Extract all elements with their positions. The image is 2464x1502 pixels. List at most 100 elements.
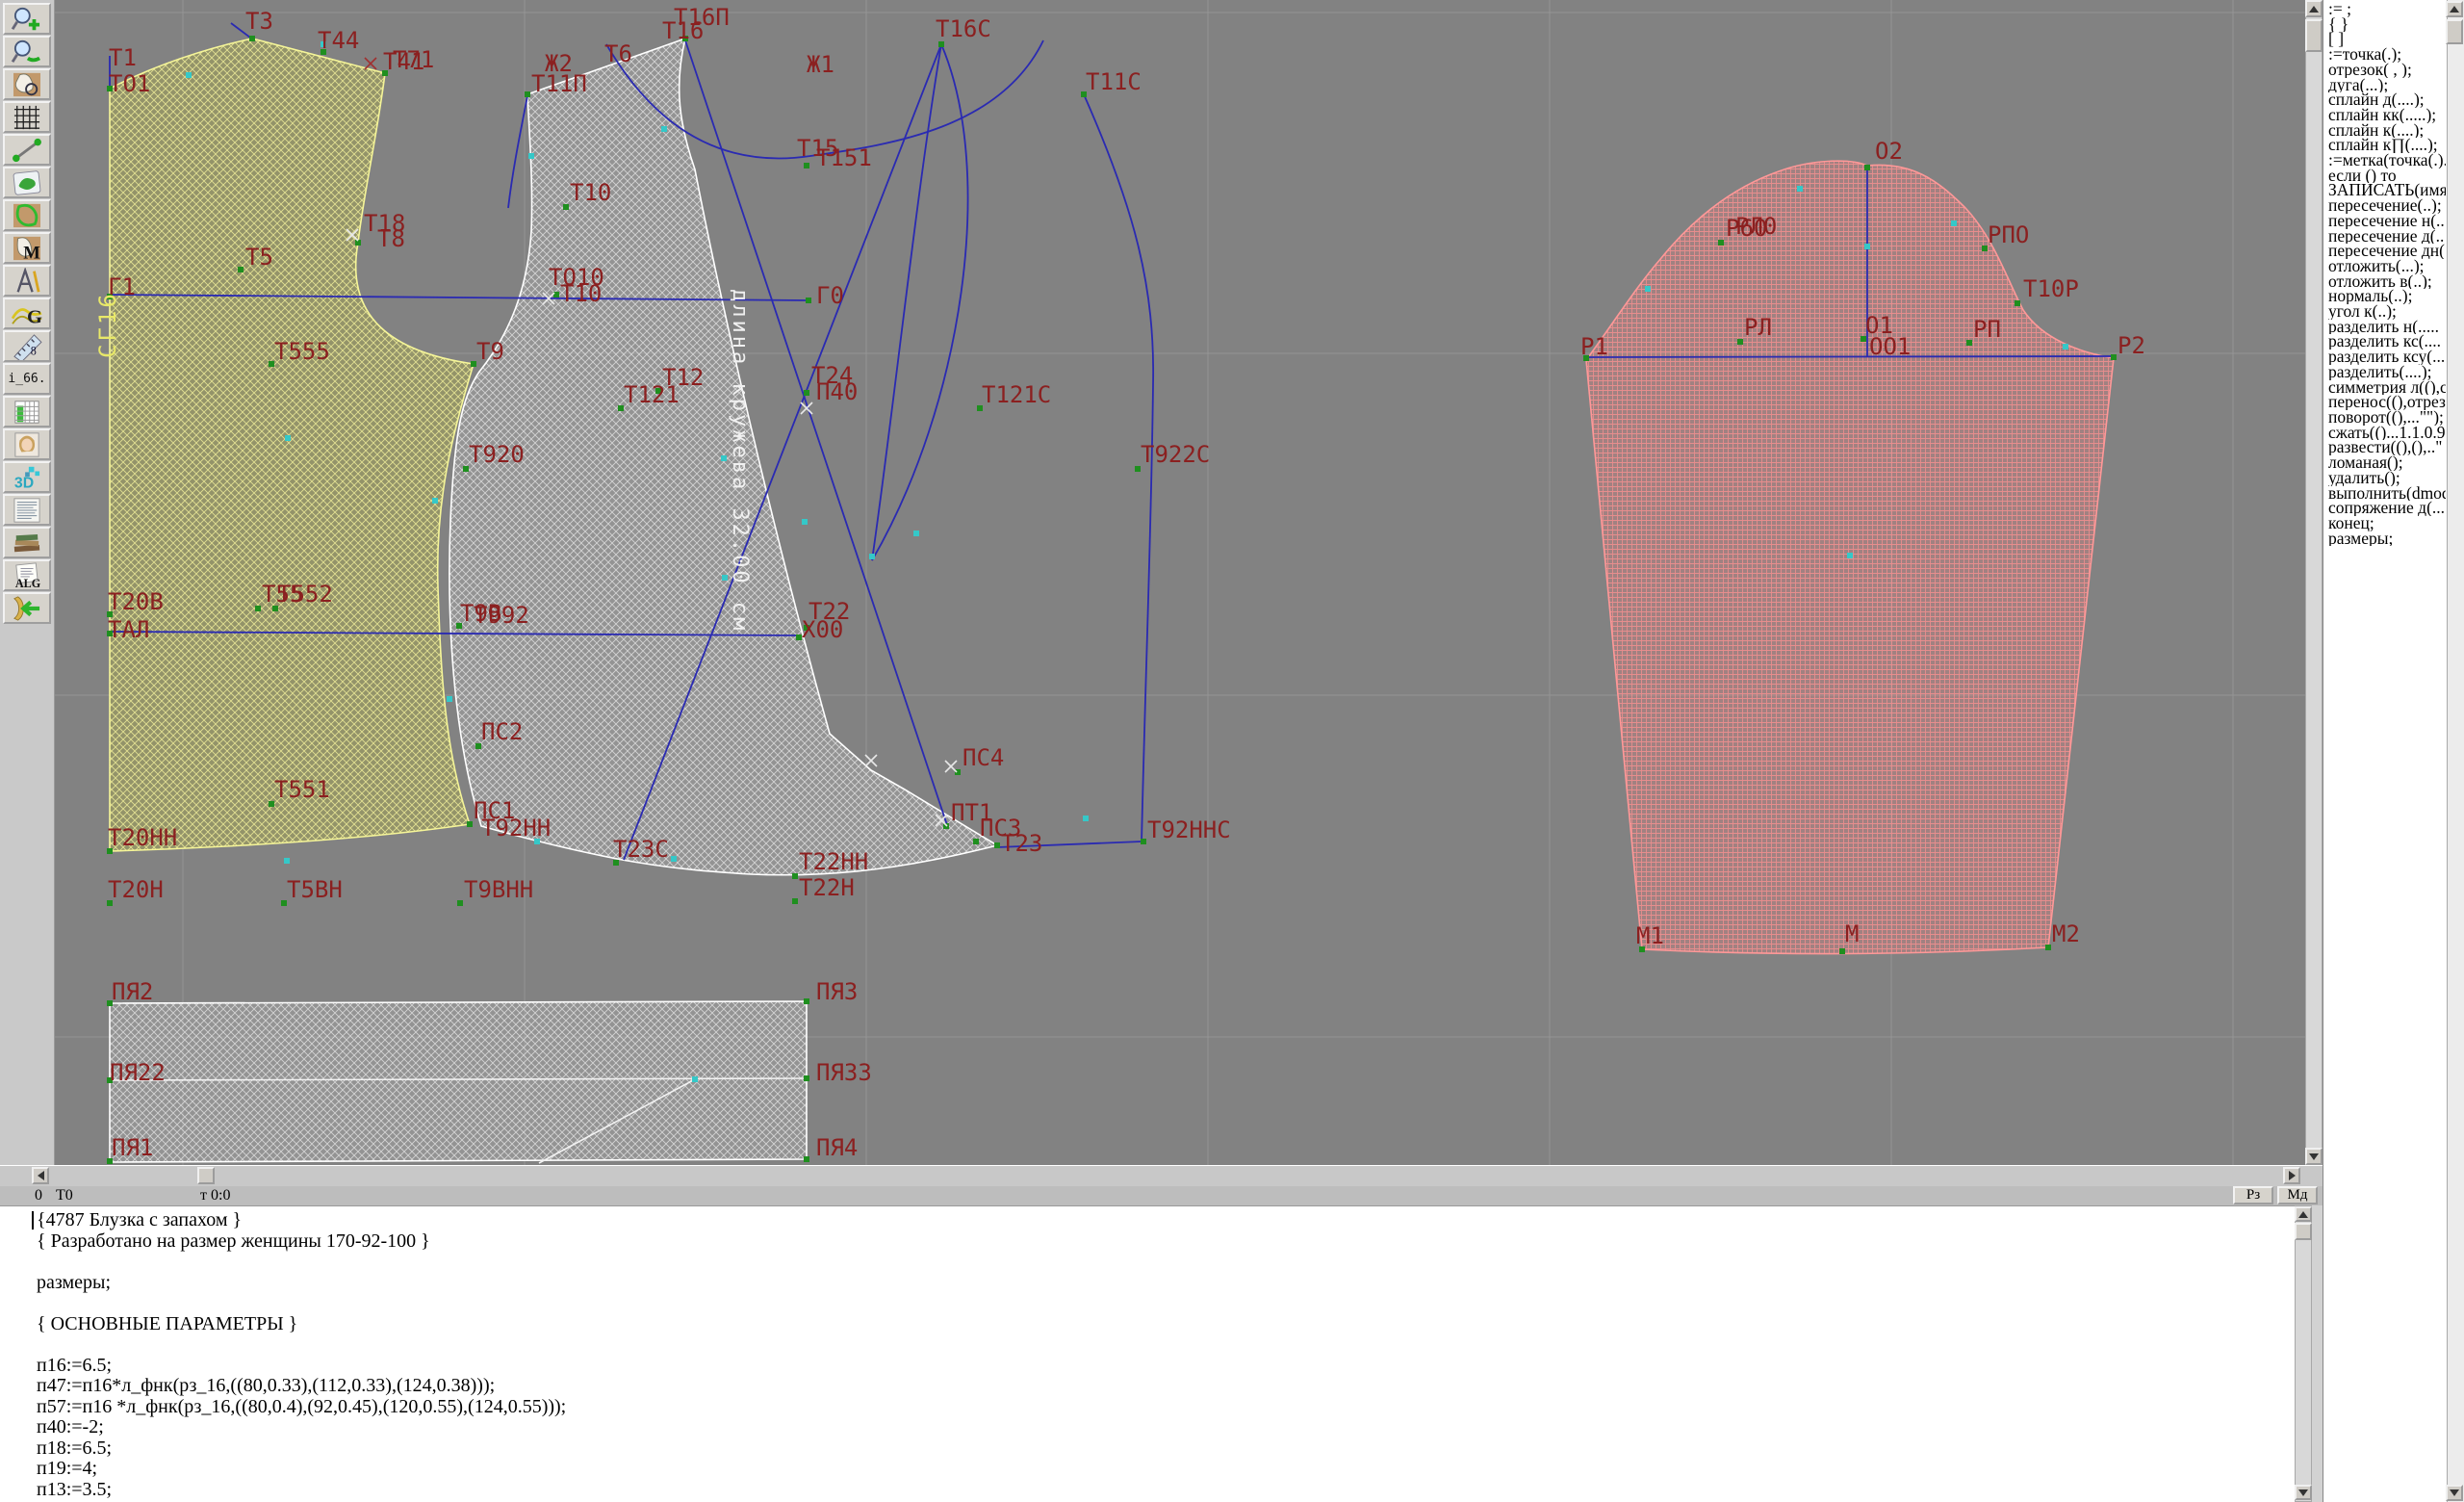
command-item[interactable]: разделить н(..... [2328, 320, 2446, 335]
canvas-vscroll-thumb[interactable] [2305, 19, 2323, 52]
canvas-vscroll-down-button[interactable] [2305, 1148, 2323, 1165]
measure-a-button[interactable] [3, 265, 51, 297]
graphics-g-button[interactable]: G [3, 298, 51, 329]
command-item[interactable]: сплайн к∏(....); [2328, 138, 2446, 153]
zoom-out-button[interactable] [3, 36, 51, 67]
segment-button[interactable] [3, 134, 51, 166]
zoom-in-button[interactable] [3, 3, 51, 35]
command-item[interactable]: сплайн к(....); [2328, 123, 2446, 139]
alg-button[interactable]: ALG [3, 559, 51, 591]
drawing-canvas[interactable]: Т1ТО1Т3Т44Т41Т71Т16ПТ16Ж2Т6Т11ПЖ1Т16СТ11… [0, 0, 2305, 1165]
size-table-button[interactable] [3, 396, 51, 427]
sidebar-vscroll-up-button[interactable] [2446, 1, 2463, 17]
code-line[interactable]: п47:=п16*л_фнк(рз_16,((80,0.33),(112,0.3… [37, 1376, 566, 1397]
code-line[interactable]: { Разработано на размер женщины 170-92-1… [37, 1231, 566, 1253]
point-label: ПЯ3 [816, 978, 858, 1005]
code-line[interactable]: размеры; [37, 1273, 566, 1294]
command-item[interactable]: если () то [2328, 168, 2446, 184]
text-document-button[interactable] [3, 494, 51, 526]
command-item[interactable]: пересечение(..); [2328, 198, 2446, 214]
command-item[interactable]: := ; [2328, 2, 2446, 17]
canvas-hscroll-thumb[interactable] [197, 1167, 215, 1184]
command-item[interactable]: отрезок( , ); [2328, 63, 2446, 78]
command-item[interactable]: дуга(...); [2328, 78, 2446, 93]
command-item[interactable]: выполнить(dmod [2328, 486, 2446, 502]
grid-button[interactable] [3, 101, 51, 133]
pattern-point [553, 292, 559, 298]
portrait-button[interactable] [3, 428, 51, 460]
command-item[interactable]: ломаная(); [2328, 455, 2446, 471]
command-item[interactable]: размеры; [2328, 531, 2446, 547]
command-item[interactable]: сопряжение д(... [2328, 501, 2446, 516]
code-line[interactable]: { ОСНОВНЫЕ ПАРАМЕТРЫ } [37, 1314, 566, 1335]
editor-vscroll-up-button[interactable] [2295, 1206, 2312, 1222]
canvas-hscrollbar[interactable] [0, 1165, 2323, 1186]
point-label: Т16С [936, 15, 991, 42]
code-editor[interactable]: {4787 Блузка с запахом }{ Разработано на… [0, 1205, 2295, 1502]
command-item[interactable]: ЗАПИСАТЬ(имя= [2328, 183, 2446, 198]
command-item[interactable]: конец; [2328, 516, 2446, 531]
curves-map-button[interactable] [3, 167, 51, 198]
sidebar-vscroll-down-button[interactable] [2446, 1485, 2463, 1501]
command-item[interactable]: развести((),(),.." [2328, 440, 2446, 455]
point-label: М2 [2052, 920, 2080, 947]
notch-mark [671, 856, 677, 862]
code-line[interactable]: п19:=4; [37, 1459, 566, 1480]
command-item[interactable]: { } [2328, 17, 2446, 33]
command-item[interactable]: разделить кс(.... [2328, 334, 2446, 350]
sidebar-vscroll-thumb[interactable] [2446, 19, 2463, 44]
command-item[interactable]: пересечение дн( [2328, 244, 2446, 259]
code-line[interactable] [37, 1252, 566, 1273]
command-item[interactable]: сжать(()...1.1.0.9. [2328, 426, 2446, 441]
3d-button[interactable]: 3D [3, 461, 51, 493]
ruler-8-button[interactable]: 8 [3, 330, 51, 362]
md-button[interactable]: Мд [2277, 1186, 2318, 1204]
code-line[interactable]: п57:=п16 *л_фнк(рз_16,((80,0.4),(92,0.45… [37, 1397, 566, 1418]
command-item[interactable]: сплайн кк(.....); [2328, 108, 2446, 123]
canvas-hscroll-left-button[interactable] [32, 1167, 49, 1184]
editor-vscroll-down-button[interactable] [2295, 1485, 2312, 1500]
editor-vscroll-thumb[interactable] [2295, 1223, 2312, 1240]
i66-button[interactable]: i_66. [3, 363, 51, 395]
command-item[interactable]: перенос((),отрезо [2328, 395, 2446, 410]
command-item[interactable]: удалить(); [2328, 471, 2446, 486]
command-item[interactable]: нормаль(..); [2328, 289, 2446, 304]
code-line[interactable] [37, 1293, 566, 1314]
command-item[interactable]: пересечение н(.. [2328, 214, 2446, 229]
canvas-vscrollbar[interactable] [2305, 0, 2323, 1165]
command-item[interactable]: отложить в(..); [2328, 274, 2446, 290]
piece-contour-button[interactable] [3, 199, 51, 231]
command-item[interactable]: разделить ксу(... [2328, 350, 2446, 365]
sidebar-vscrollbar[interactable] [2447, 0, 2464, 1502]
svg-text:8: 8 [31, 344, 37, 357]
code-line[interactable]: п16:=6.5; [37, 1356, 566, 1377]
code-line[interactable]: {4787 Блузка с запахом } [37, 1210, 566, 1231]
books-button[interactable] [3, 527, 51, 558]
command-item[interactable]: пересечение д(.. [2328, 229, 2446, 245]
command-item[interactable]: :=метка(точка(.).. [2328, 153, 2446, 168]
canvas-vscroll-up-button[interactable] [2305, 0, 2323, 17]
code-line[interactable]: п13:=3.5; [37, 1480, 566, 1501]
command-item[interactable]: отложить(...); [2328, 259, 2446, 274]
command-item[interactable]: угол к(..); [2328, 304, 2446, 320]
command-item[interactable]: разделить(....); [2328, 365, 2446, 380]
code-line[interactable]: п18:=6.5; [37, 1438, 566, 1460]
rz-button[interactable]: Рз [2233, 1186, 2273, 1204]
piece-m-button[interactable]: M [3, 232, 51, 264]
editor-vscrollbar[interactable] [2295, 1205, 2312, 1502]
point-label: Т922С [1141, 441, 1210, 468]
exit-button[interactable] [3, 592, 51, 624]
point-label: Т71 [393, 46, 434, 73]
canvas-hscroll-right-button[interactable] [2283, 1167, 2300, 1184]
command-item[interactable]: сплайн д(....); [2328, 92, 2446, 108]
command-item[interactable]: симметрия л((),с [2328, 380, 2446, 396]
code-line[interactable]: п40:=-2; [37, 1417, 566, 1438]
command-item[interactable]: [ ] [2328, 32, 2446, 47]
command-item[interactable]: поворот((),...""); [2328, 410, 2446, 426]
pattern-point [804, 1075, 809, 1081]
command-item[interactable]: :=точка(.); [2328, 47, 2446, 63]
command-sidebar: := ;{ }[ ]:=точка(.);отрезок( , );дуга(.… [2323, 0, 2464, 1502]
code-line[interactable] [37, 1334, 566, 1356]
pattern-point [806, 298, 811, 303]
preview-piece-button[interactable] [3, 68, 51, 100]
